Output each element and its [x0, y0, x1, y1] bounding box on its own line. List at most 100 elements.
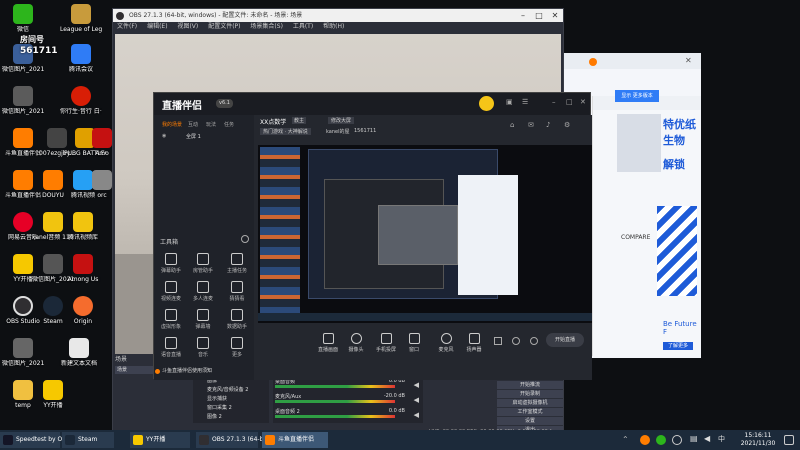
tab-tasks[interactable]: 任务 — [224, 121, 234, 128]
notification-icon[interactable] — [784, 435, 794, 445]
close-icon[interactable]: ✕ — [547, 9, 563, 22]
desktop-icon-origin[interactable]: Origin — [62, 296, 104, 325]
speaker-icon[interactable]: ◀ — [414, 411, 419, 419]
studio-mode-button[interactable]: 工作室模式 — [497, 408, 563, 416]
desktop-icon-tencent-meeting[interactable]: 腾讯会议 — [60, 44, 102, 73]
tray-douyu-icon[interactable] — [640, 435, 650, 445]
eye-icon[interactable]: ◉ — [162, 133, 166, 139]
folder-icon — [13, 380, 33, 400]
stream-preview[interactable] — [258, 145, 592, 323]
category-label[interactable]: 热门游戏 · 大神解说 — [260, 128, 311, 135]
menu-help[interactable]: 帮助(H) — [323, 23, 344, 30]
source-item[interactable]: 图像 2 — [193, 413, 269, 422]
taskbar-item-steam[interactable]: Steam — [62, 432, 114, 448]
browser-ext-icon[interactable] — [589, 58, 597, 66]
scene-item-label[interactable]: 全屏 1 — [186, 133, 201, 140]
volume-meter — [275, 400, 395, 403]
tool-multi-link[interactable]: 多人连麦 — [186, 281, 220, 302]
gift-icon[interactable]: ✉ — [528, 121, 534, 129]
source-item[interactable]: 麦克风/音频设备 2 — [193, 386, 269, 395]
browser-window-front[interactable]: 显示 更多版本 特优纸 生物 解锁 COMPARE Be Future F 了解… — [592, 90, 701, 356]
gear-icon[interactable] — [530, 337, 538, 345]
speaker-icon[interactable]: ◀ — [414, 396, 419, 404]
tray-network-icon[interactable]: ▤ — [690, 434, 698, 443]
tool-danmu-wall[interactable]: 弹幕墙 — [186, 309, 220, 330]
desktop-icon-wechat[interactable]: 微信 — [2, 4, 44, 33]
collapse-icon[interactable] — [241, 235, 249, 243]
data-icon — [231, 309, 243, 321]
tray-steam-icon[interactable] — [672, 435, 682, 445]
menu-view[interactable]: 视图(V) — [177, 23, 198, 30]
virtual-camera-button[interactable]: 启动虚拟摄像机 — [497, 399, 563, 407]
edit-screen-button[interactable]: 修改大屏 — [328, 117, 355, 124]
minimize-icon[interactable]: – — [515, 9, 531, 22]
tool-guess[interactable]: 猜猜看 — [220, 281, 254, 302]
settings-button[interactable]: 设置 — [497, 417, 563, 425]
clock[interactable]: 15:16:11 2021/11/30 — [738, 432, 778, 448]
tray-input-icon[interactable]: 中 — [718, 434, 725, 444]
tray-volume-icon[interactable]: ◀ — [704, 434, 710, 443]
tool-voice[interactable]: 语音直播 — [154, 337, 188, 358]
preview-nested-obs — [378, 205, 458, 265]
share-icon[interactable]: ⚙ — [564, 121, 570, 129]
desktop-icon-among-us[interactable]: Among Us — [62, 254, 104, 283]
taskbar-item-yy[interactable]: YY开播 — [130, 432, 190, 448]
tab-interact[interactable]: 互动 — [188, 121, 198, 128]
tool-room-admin[interactable]: 房管助手 — [186, 253, 220, 274]
start-live-button[interactable]: 开始直播 — [546, 333, 584, 347]
desktop-icon-among[interactable]: Amo — [92, 128, 112, 157]
maximize-icon[interactable]: □ — [531, 9, 547, 22]
desktop-icon-image[interactable]: 微信图片_2021110... — [2, 338, 44, 367]
menu-scene-collection[interactable]: 场景集合(S) — [250, 23, 283, 30]
close-icon[interactable]: ✕ — [685, 56, 692, 65]
product-image — [617, 114, 661, 172]
tool-avatar[interactable]: 虚拟形象 — [154, 309, 188, 330]
tool-tasks[interactable]: 主播任务 — [220, 253, 254, 274]
companion-notice[interactable]: 斗鱼直播伴侣使用须知 — [154, 367, 254, 376]
tool-danmu[interactable]: 弹幕助手 — [154, 253, 188, 274]
tab-play[interactable]: 玩法 — [206, 121, 216, 128]
learn-more-badge[interactable]: 了解更多 — [663, 342, 693, 350]
tray-chevron-icon[interactable]: ⌃ — [622, 435, 629, 444]
menu-edit[interactable]: 编辑(E) — [147, 23, 167, 30]
shop-icon[interactable]: ⌂ — [510, 121, 514, 129]
start-streaming-button[interactable]: 开始推流 — [497, 381, 563, 389]
speaker-icon[interactable]: ◀ — [414, 381, 419, 389]
steam-icon — [65, 435, 75, 445]
obs-titlebar: OBS 27.1.3 (64-bit, windows) - 配置文件: 未命名… — [113, 9, 563, 22]
start-recording-button[interactable]: 开始录制 — [497, 390, 563, 398]
close-icon[interactable]: ✕ — [580, 98, 586, 106]
minimize-icon[interactable]: – — [552, 98, 556, 106]
more-versions-button[interactable]: 显示 更多版本 — [615, 90, 659, 102]
avatar[interactable] — [479, 96, 494, 111]
taskbar-item-obs[interactable]: OBS 27.1.3 (64-bi... — [196, 432, 271, 448]
tray-wechat-icon[interactable] — [656, 435, 666, 445]
settings-icon[interactable] — [512, 337, 520, 345]
desktop-icon-orc[interactable]: orc — [92, 170, 112, 199]
menu-tools[interactable]: 工具(T) — [293, 23, 313, 30]
taskbar-item-speedtest[interactable]: Speedtest by Oo... — [0, 432, 72, 448]
source-item[interactable]: 显示捕获 — [193, 395, 269, 404]
menu-file[interactable]: 文件(F) — [117, 23, 137, 30]
maximize-icon[interactable]: □ — [566, 98, 573, 106]
desktop-icon-lol[interactable]: League of Legends — [60, 4, 102, 33]
menu-profile[interactable]: 配置文件(P) — [208, 23, 240, 30]
menu-icon[interactable]: ☰ — [522, 98, 528, 106]
desktop-icon-yy-2[interactable]: YY开播 — [32, 380, 74, 409]
taskbar-item-douyu[interactable]: 斗鱼直播伴侣 — [262, 432, 328, 448]
tool-video-link[interactable]: 视频连麦 — [154, 281, 188, 302]
tool-music[interactable]: 音乐 — [186, 337, 220, 358]
desktop-icon-video-lib[interactable]: 腾讯视频库 — [62, 212, 104, 241]
bell-icon[interactable]: ♪ — [546, 121, 550, 129]
desktop-icon-app[interactable]: 你行生·音行 白·兰 — [60, 86, 102, 115]
skin-icon[interactable]: ▣ — [506, 98, 513, 106]
tool-more[interactable]: 更多 — [220, 337, 254, 358]
source-item[interactable]: 窗口采集 2 — [193, 404, 269, 413]
desktop-icon-image[interactable]: 微信图片_2021110... — [2, 86, 44, 115]
record-icon[interactable] — [494, 337, 502, 345]
tool-data[interactable]: 数据助手 — [220, 309, 254, 330]
desktop-icon-textdoc[interactable]: 新建文本文档 — [58, 338, 100, 367]
tab-my-scenes[interactable]: 我的场景 — [162, 121, 182, 128]
tool-speaker[interactable]: 扬声器 — [454, 333, 494, 353]
companion-window[interactable]: 直播伴侣 v6.1 ▣ ☰ – □ ✕ 我的场景 互动 玩法 任务 ◉ 全屏 1… — [153, 92, 592, 380]
